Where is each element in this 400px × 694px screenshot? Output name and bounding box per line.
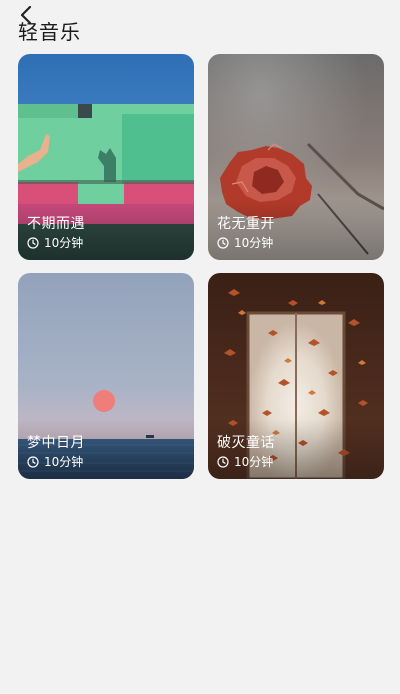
card-duration-label: 10分钟 [44, 236, 84, 250]
clock-icon [27, 236, 39, 249]
music-card-grid: 不期而遇 10分钟 花无重开 10分钟 梦中日月 10分钟 破灭童话 10分钟 [18, 54, 385, 479]
header-bar: 轻音乐 [0, 0, 400, 50]
card-title: 不期而遇 [27, 216, 85, 232]
card-duration: 10分钟 [27, 453, 83, 470]
music-card-meng-zhong-ri-yue[interactable]: 梦中日月 10分钟 [18, 273, 194, 479]
clock-icon [217, 236, 229, 249]
card-duration-label: 10分钟 [234, 236, 274, 250]
card-duration: 10分钟 [217, 453, 273, 470]
card-duration-label: 10分钟 [44, 455, 84, 469]
clock-icon [27, 455, 39, 468]
card-duration: 10分钟 [27, 234, 83, 251]
music-card-po-mie-tong-hua[interactable]: 破灭童话 10分钟 [208, 273, 384, 479]
music-card-buqi-er-yu[interactable]: 不期而遇 10分钟 [18, 54, 194, 260]
card-duration: 10分钟 [217, 234, 273, 251]
card-title: 梦中日月 [27, 435, 85, 451]
card-title: 花无重开 [217, 216, 275, 232]
card-duration-label: 10分钟 [234, 455, 274, 469]
card-title: 破灭童话 [217, 435, 275, 451]
music-card-hua-wu-chong-kai[interactable]: 花无重开 10分钟 [208, 54, 384, 260]
clock-icon [217, 455, 229, 468]
page-title: 轻音乐 [18, 20, 81, 44]
